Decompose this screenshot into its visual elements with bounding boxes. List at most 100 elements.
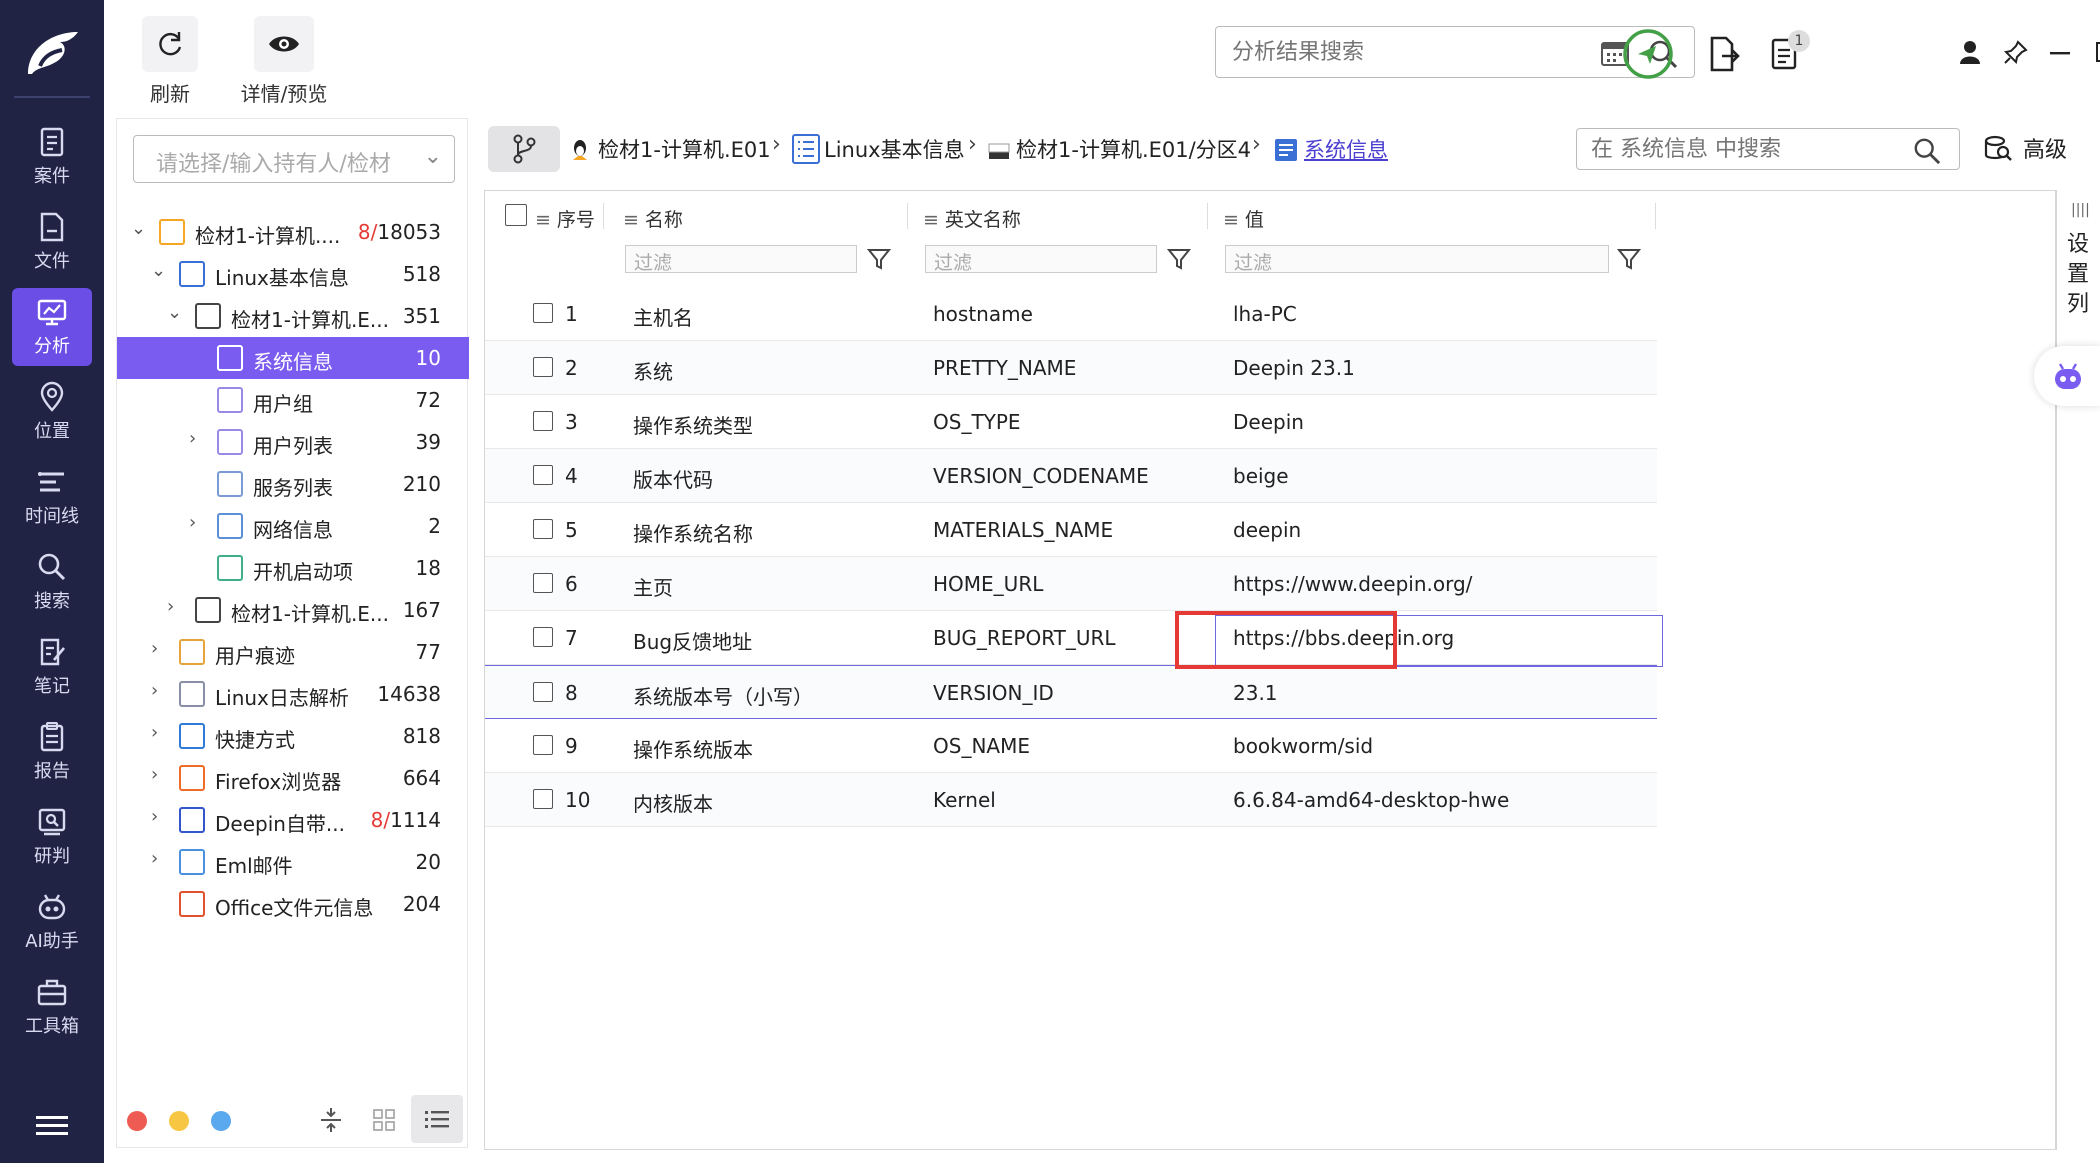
chevron-down-icon[interactable]: ⌄ bbox=[167, 304, 183, 322]
result-search-input[interactable] bbox=[1232, 37, 1592, 67]
cell-value[interactable]: 6.6.84-amd64-desktop-hwe bbox=[1233, 788, 1509, 812]
header-name[interactable]: ≡ 名称 bbox=[623, 205, 683, 232]
cell-value[interactable]: Deepin 23.1 bbox=[1233, 356, 1355, 380]
header-index[interactable]: ≡ 序号 bbox=[535, 205, 595, 232]
nav-item-search[interactable]: 搜索 bbox=[12, 543, 92, 621]
nav-item-timeline[interactable]: 时间线 bbox=[12, 458, 92, 536]
select-all-checkbox[interactable] bbox=[505, 204, 527, 226]
row-checkbox[interactable] bbox=[533, 789, 553, 809]
breadcrumb-current[interactable]: 系统信息 bbox=[1304, 134, 1388, 164]
tree-item[interactable]: 开机启动项 18 bbox=[117, 547, 469, 589]
breadcrumb-item[interactable]: Linux基本信息 bbox=[824, 134, 965, 164]
tree-item[interactable]: ⌄ 检材1-计算机.E... 351 bbox=[117, 295, 469, 337]
row-checkbox[interactable] bbox=[533, 465, 553, 485]
collapse-all-icon[interactable] bbox=[319, 1107, 343, 1133]
nav-item-note[interactable]: 笔记 bbox=[12, 628, 92, 706]
breadcrumb-item[interactable]: 检材1-计算机.E01/分区4 bbox=[1016, 134, 1251, 164]
name-filter-input[interactable]: 过滤 bbox=[625, 245, 857, 274]
export-icon[interactable] bbox=[1708, 36, 1740, 72]
ai-assistant-bubble[interactable] bbox=[2034, 346, 2100, 406]
nav-item-analysis[interactable]: 分析 bbox=[12, 288, 92, 366]
column-divider[interactable] bbox=[603, 203, 604, 229]
refresh-button[interactable]: 刷新 bbox=[134, 16, 206, 107]
column-divider[interactable] bbox=[907, 203, 908, 229]
advanced-search-button[interactable]: 高级 bbox=[1984, 132, 2067, 164]
scoped-search-input[interactable] bbox=[1591, 135, 1891, 163]
preview-button[interactable]: 详情/预览 bbox=[214, 16, 354, 107]
blue-dot-icon[interactable] bbox=[211, 1111, 231, 1131]
tree-item[interactable]: ⌄ 检材1-计算机.... 8/18053 bbox=[117, 211, 469, 253]
column-settings-button[interactable]: 设置列 bbox=[2067, 230, 2091, 320]
tree-item[interactable]: › Eml邮件 20 bbox=[117, 841, 469, 883]
nav-item-case[interactable]: 案件 bbox=[12, 118, 92, 196]
chevron-right-icon[interactable]: › bbox=[189, 430, 205, 448]
tree-item[interactable]: 系统信息 10 bbox=[117, 337, 469, 379]
filter-icon[interactable] bbox=[1617, 247, 1641, 271]
cell-value[interactable]: Deepin bbox=[1233, 410, 1304, 434]
grid-view-icon[interactable] bbox=[373, 1109, 395, 1131]
table-row[interactable]: 10 内核版本 Kernel 6.6.84-amd64-desktop-hwe bbox=[485, 773, 1657, 827]
nav-item-report[interactable]: 报告 bbox=[12, 713, 92, 791]
minimize-icon[interactable] bbox=[2050, 52, 2070, 56]
tree-item[interactable]: ⌄ Linux基本信息 518 bbox=[117, 253, 469, 295]
filter-icon[interactable] bbox=[1167, 247, 1191, 271]
row-checkbox[interactable] bbox=[533, 573, 553, 593]
tree-item[interactable]: 用户组 72 bbox=[117, 379, 469, 421]
cell-value[interactable]: https://www.deepin.org/ bbox=[1233, 572, 1472, 596]
tree-item[interactable]: › 检材1-计算机.E... 167 bbox=[117, 589, 469, 631]
tree-item[interactable]: › Deepin自带... 8/1114 bbox=[117, 799, 469, 841]
tree-item[interactable]: › Firefox浏览器 664 bbox=[117, 757, 469, 799]
owner-select[interactable]: 请选择/输入持有人/检材 ⌄ bbox=[133, 135, 455, 183]
drag-handle-icon[interactable]: |||| bbox=[2071, 202, 2090, 218]
red-dot-icon[interactable] bbox=[127, 1111, 147, 1131]
tree-item[interactable]: Office文件元信息 204 bbox=[117, 883, 469, 925]
chevron-right-icon[interactable]: › bbox=[189, 514, 205, 532]
column-divider[interactable] bbox=[1207, 203, 1208, 229]
user-icon[interactable] bbox=[1959, 40, 1981, 64]
tree-item[interactable]: › 网络信息 2 bbox=[117, 505, 469, 547]
tree-item[interactable]: › Linux日志解析 14638 bbox=[117, 673, 469, 715]
maximize-icon[interactable] bbox=[2096, 42, 2100, 62]
cell-value[interactable]: bookworm/sid bbox=[1233, 734, 1373, 758]
table-row[interactable]: 5 操作系统名称 MATERIALS_NAME deepin bbox=[485, 503, 1657, 557]
row-checkbox[interactable] bbox=[533, 303, 553, 323]
header-value[interactable]: ≡ 值 bbox=[1223, 205, 1264, 232]
tree-item[interactable]: › 快捷方式 818 bbox=[117, 715, 469, 757]
table-row[interactable]: 4 版本代码 VERSION_CODENAME beige bbox=[485, 449, 1657, 503]
shield-status-icon[interactable] bbox=[1622, 28, 1674, 80]
column-divider[interactable] bbox=[1655, 203, 1656, 229]
row-checkbox[interactable] bbox=[533, 735, 553, 755]
search-icon[interactable] bbox=[1913, 137, 1941, 165]
filter-icon[interactable] bbox=[867, 247, 891, 271]
branch-button[interactable] bbox=[488, 126, 560, 172]
list-view-button[interactable] bbox=[411, 1095, 463, 1143]
row-checkbox[interactable] bbox=[533, 519, 553, 539]
chevron-down-icon[interactable]: ⌄ bbox=[131, 220, 147, 238]
row-checkbox[interactable] bbox=[533, 357, 553, 377]
table-row[interactable]: 9 操作系统版本 OS_NAME bookworm/sid bbox=[485, 719, 1657, 773]
chevron-right-icon[interactable]: › bbox=[151, 724, 167, 742]
nav-item-location[interactable]: 位置 bbox=[12, 373, 92, 451]
pin-icon[interactable] bbox=[2004, 40, 2028, 64]
chevron-right-icon[interactable]: › bbox=[151, 640, 167, 658]
row-checkbox[interactable] bbox=[533, 682, 553, 702]
table-row[interactable]: 1 主机名 hostname lha-PC bbox=[485, 287, 1657, 341]
cell-value[interactable]: beige bbox=[1233, 464, 1289, 488]
hamburger-menu-icon[interactable] bbox=[36, 1114, 68, 1138]
tree-item[interactable]: 服务列表 210 bbox=[117, 463, 469, 505]
value-filter-input[interactable]: 过滤 bbox=[1225, 245, 1609, 274]
breadcrumb-item[interactable]: 检材1-计算机.E01 bbox=[598, 134, 771, 164]
en-name-filter-input[interactable]: 过滤 bbox=[925, 245, 1157, 274]
nav-item-judge[interactable]: 研判 bbox=[12, 798, 92, 876]
cell-value[interactable]: lha-PC bbox=[1233, 302, 1297, 326]
table-row[interactable]: 8 系统版本号（小写） VERSION_ID 23.1 bbox=[485, 665, 1657, 719]
cell-value[interactable]: deepin bbox=[1233, 518, 1301, 542]
chevron-right-icon[interactable]: › bbox=[151, 850, 167, 868]
table-row[interactable]: 6 主页 HOME_URL https://www.deepin.org/ bbox=[485, 557, 1657, 611]
tree-item[interactable]: › 用户痕迹 77 bbox=[117, 631, 469, 673]
row-checkbox[interactable] bbox=[533, 411, 553, 431]
chevron-right-icon[interactable]: › bbox=[167, 598, 183, 616]
header-en-name[interactable]: ≡ 英文名称 bbox=[923, 205, 1021, 232]
cell-value[interactable]: 23.1 bbox=[1233, 681, 1278, 705]
table-row[interactable]: 2 系统 PRETTY_NAME Deepin 23.1 bbox=[485, 341, 1657, 395]
